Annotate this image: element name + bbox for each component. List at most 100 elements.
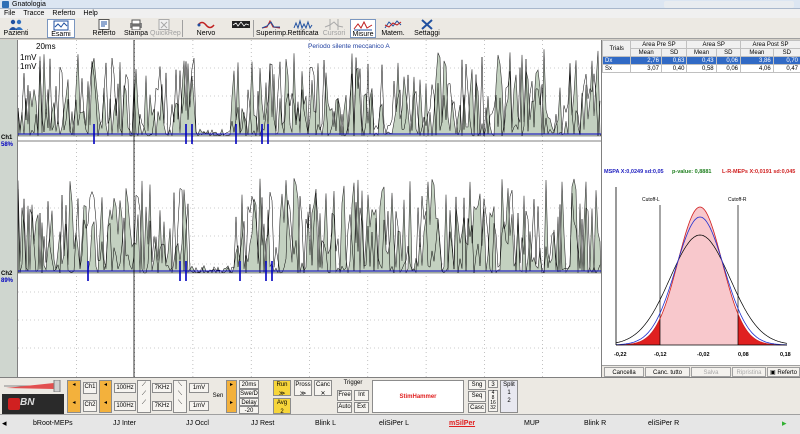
lowpass-ch1[interactable]: 7KHz [152,383,172,393]
tab-elisiper-l[interactable]: eliSiPer L [379,420,409,427]
table-cell: 0,47 [772,64,800,73]
area-pre-sp-header: Area Pre SP [630,40,688,49]
sensitivity-ch1[interactable]: 1mV [189,383,209,393]
ebn-logo: BN [2,394,64,414]
tab-broot-meps[interactable]: bRoot-MEPs [33,420,73,427]
print-icon [130,19,142,30]
ripristina-button[interactable]: Ripristina [732,367,766,377]
exams-icon [53,20,69,31]
sng-button[interactable]: Sng [468,380,486,390]
table-row[interactable]: Dx 2,76 0,63 0,43 0,06 3,86 0,70 [601,56,800,65]
emg-plot-area[interactable]: 20ms 1mV 1mV Periodo silente meccanico A [17,40,602,377]
canc-tutto-button[interactable]: Canc. tutto [645,367,690,377]
toolbar-superimp-button[interactable]: Superimp. [256,19,288,38]
tab-jj-rest[interactable]: JJ Rest [251,420,274,427]
ch2-toggle[interactable]: Ch2 [83,400,97,412]
toolbar-esami-button[interactable]: Esami [47,19,75,38]
stats-line: MSPA X:0,0249 sd:0,05 p-value: 0,8881 L-… [602,169,800,177]
table-cell: 0,43 [686,56,717,65]
trigger-int[interactable]: Int [354,390,369,401]
tab-elisiper-r[interactable]: eliSiPer R [648,420,679,427]
run-button[interactable]: Run ≫ [273,380,291,397]
amplitude-scale-label: 1mV [20,53,37,62]
toolbar-matem-button[interactable]: Matem. [380,19,406,38]
gain-slider[interactable] [2,380,64,392]
toolbar-misure-button[interactable]: Misure [350,19,376,38]
toolbar-stampa-button[interactable]: Stampa [122,19,150,38]
channel-1-label: Ch1 58% [1,135,13,149]
sub-header: SD [715,48,742,57]
toolbar-quickrep-button[interactable]: QuickRep [150,19,181,38]
toolbar-pazienti-button[interactable]: Pazienti [2,19,30,38]
tab-blink-l[interactable]: Blink L [315,420,336,427]
pross-button[interactable]: Pross ≫ [294,380,312,397]
cancella-button[interactable]: Cancella [604,367,644,377]
tab-jj-occl[interactable]: JJ Occl [186,420,209,427]
canc-button[interactable]: Canc ✕ [314,380,332,397]
lowpass-shape-icon[interactable]: ⟍ ⟍ ⟍ [173,380,187,413]
menu-tracce[interactable]: Tracce [23,10,44,17]
p-value-stat: p-value: 0,8881 [672,169,712,175]
table-cell: 0,40 [660,64,688,73]
delay-value[interactable]: -20 [239,406,259,414]
acquisition-controls: BN ◂ ◂ Ch1 Ch2 ◂ ◂ 100Hz 100Hz ⟋ ⟋ ⟋ 7KHz 7K… [0,377,800,415]
lr-meps-stat: L-R-MEPs X:0,0191 sd:0,045 [722,169,796,175]
seq-count[interactable]: 3 [488,380,498,388]
toolbar-signal-button[interactable] [232,19,250,38]
sensitivity-arrows[interactable]: ▸ ▸ [226,380,237,413]
cutoff-r-label: Cutoff-R [728,197,747,203]
menu-referto[interactable]: Referto [52,10,75,17]
toolbar-nervo-button[interactable]: Nervo [192,19,220,38]
channel-1-percent: 58% [1,142,14,148]
salva-button[interactable]: Salva [691,367,731,377]
referto-panel-button[interactable]: ▣ Referto [767,367,800,377]
highpass-ch2[interactable]: 100Hz [114,401,136,411]
report-icon [98,19,110,30]
tab-mup[interactable]: MUP [524,420,540,427]
main-toolbar: Pazienti Esami Referto Stampa QuickRep N… [0,18,800,39]
toolbar-rettificata-button[interactable]: Rettificata [287,19,319,38]
table-row[interactable]: Sx 3,07 0,40 0,58 0,06 4,06 0,47 [601,64,800,73]
window-controls [664,1,794,8]
split-button[interactable]: Split 1 2 [500,380,518,413]
menu-bar: File Tracce Referto Help [0,9,800,18]
canc-label: Canc [315,382,330,388]
menu-help[interactable]: Help [83,10,97,17]
emg-traces[interactable]: 20ms 1mV 1mV Periodo silente meccanico A [17,40,602,377]
x-tick-label: -0,22 [614,352,627,358]
trials-header: Trials [601,40,632,57]
area-sp-header: Area SP [686,40,742,49]
x-tick-label: 0,18 [780,352,791,358]
ch1-toggle[interactable]: Ch1 [83,382,97,394]
sweep-value[interactable]: 20ms [239,380,259,389]
filter-arrows[interactable]: ◂ ◂ [99,380,112,413]
casc-button[interactable]: Casc [468,403,486,413]
toolbar-referto-button[interactable]: Referto [90,19,118,38]
tab-jj-inter[interactable]: JJ Inter [113,420,136,427]
highpass-ch1[interactable]: 100Hz [114,383,136,393]
table-cell: 4,06 [740,64,774,73]
tab-scroll-right-icon[interactable]: ▸ [782,418,787,429]
x-tick-label: 0,08 [738,352,749,358]
amplitude-scale-label-2: 1mV [20,62,37,71]
trigger-free[interactable]: Free [337,390,352,401]
split-value: 1 [507,390,511,396]
sensitivity-ch2[interactable]: 1mV [189,401,209,411]
menu-file[interactable]: File [4,10,15,17]
trigger-ext[interactable]: Ext [354,402,369,413]
stim-hammer-button[interactable]: StimHammer [372,380,464,413]
tab-blink-r[interactable]: Blink R [584,420,606,427]
tab-msilper[interactable]: mSilPer [449,420,475,427]
filter-shape-icon[interactable]: ⟋ ⟋ ⟋ [137,380,151,413]
avg-button[interactable]: Avg 2 [273,398,291,415]
mspa-stat: MSPA X:0,0249 sd:0,05 [604,169,664,175]
toolbar-cursori-button[interactable]: Cursori [321,19,347,38]
tab-scroll-left-icon[interactable]: ◂ [2,418,7,429]
channel-select-arrows[interactable]: ◂ ◂ [67,380,81,413]
x-tick-label: -0,02 [697,352,710,358]
table-cell: 3,86 [740,56,774,65]
toolbar-settaggi-button[interactable]: Settaggi [412,19,442,38]
lowpass-ch2[interactable]: 7KHz [152,401,172,411]
trigger-auto[interactable]: Auto [337,402,352,413]
seq-button[interactable]: Seq [468,391,486,402]
